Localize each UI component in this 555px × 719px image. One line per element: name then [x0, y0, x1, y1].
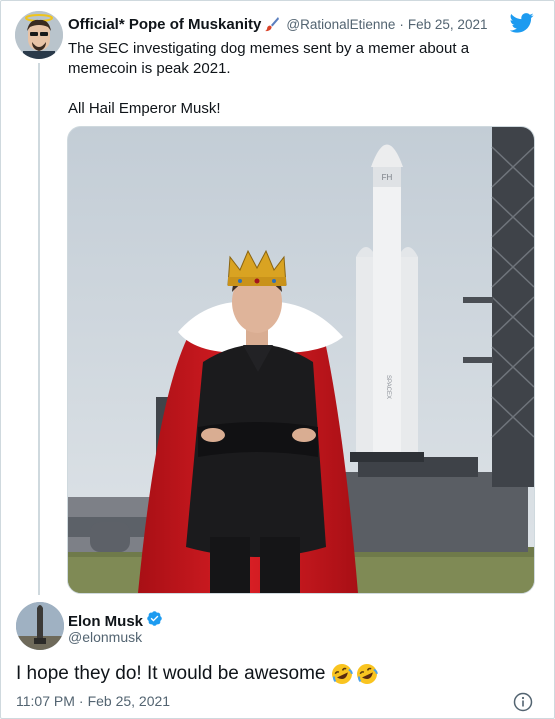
twitter-bird-icon[interactable] — [509, 12, 534, 34]
quoted-tweet-date[interactable]: Feb 25, 2021 — [408, 17, 488, 32]
reply-time: 11:07 PM — [16, 693, 75, 709]
rocket-label: FH — [382, 173, 393, 182]
paintbrush-icon — [264, 16, 280, 32]
quoted-author-avatar[interactable] — [15, 11, 63, 59]
quoted-author-name[interactable]: Official* Pope of Muskanity — [68, 16, 261, 33]
separator-dot: · — [399, 16, 404, 32]
verified-badge-icon — [143, 610, 163, 632]
rolling-laughing-emoji-icon — [356, 663, 379, 685]
info-icon[interactable] — [513, 692, 533, 712]
quoted-author-handle[interactable]: @RationalEtienne — [286, 17, 395, 32]
separator-dot: · — [78, 693, 84, 709]
quoted-tweet-header: Official* Pope of Muskanity @RationalEti… — [68, 14, 487, 34]
thread-connector-line — [38, 63, 40, 595]
quoted-tweet-line-1: The SEC investigating dog memes sent by … — [68, 40, 470, 77]
reply-date: Feb 25, 2021 — [87, 693, 171, 709]
reply-author-avatar[interactable] — [16, 602, 64, 650]
reply-tweet-text: I hope they do! It would be awesome — [16, 663, 379, 685]
tweet-media-image[interactable]: FH SPACEX — [67, 126, 535, 594]
reply-text-content: I hope they do! It would be awesome — [16, 663, 326, 684]
reply-author-name[interactable]: Elon Musk — [68, 613, 143, 630]
rocket-side-text: SPACEX — [385, 375, 391, 399]
reply-author-handle[interactable]: @elonmusk — [68, 629, 142, 645]
quoted-tweet-line-2: All Hail Emperor Musk! — [68, 100, 221, 117]
rolling-laughing-emoji-icon — [331, 663, 354, 685]
quoted-tweet-text: The SEC investigating dog memes sent by … — [68, 39, 528, 119]
reply-timestamp[interactable]: 11:07 PM · Feb 25, 2021 — [16, 693, 170, 709]
